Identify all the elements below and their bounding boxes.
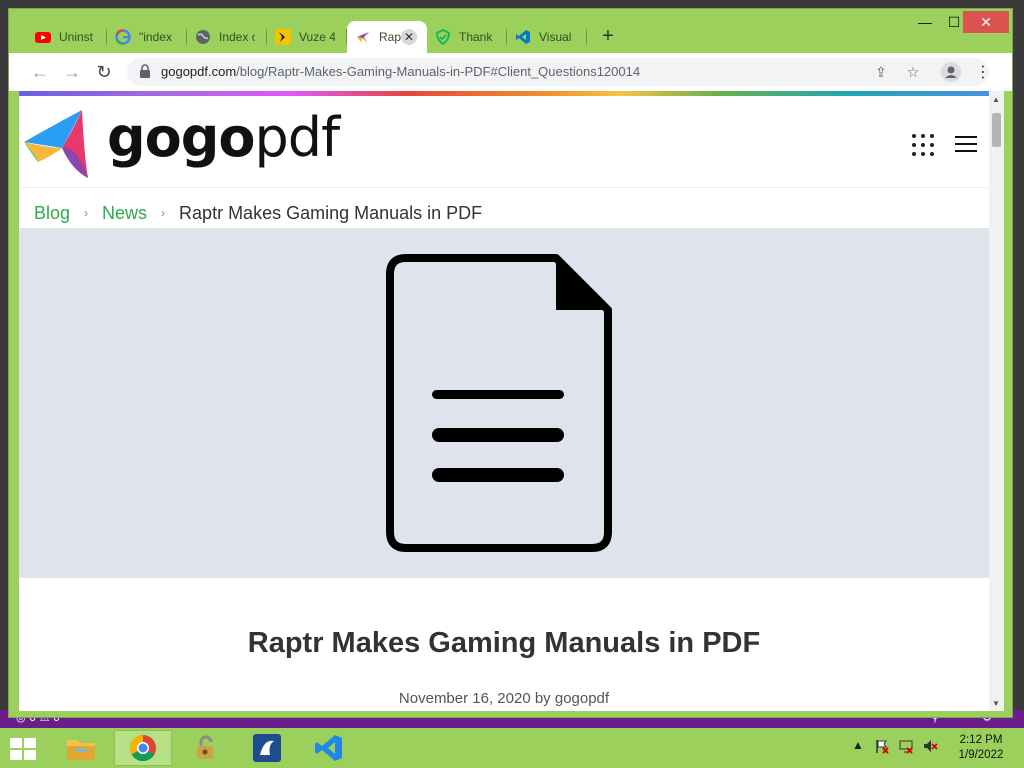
tab-divider [586,29,587,45]
page-scrollbar[interactable]: ▲ ▼ [989,91,1004,711]
vscode-icon [516,30,530,44]
close-window-button[interactable]: ✕ [963,11,1009,33]
breadcrumb-current: Raptr Makes Gaming Manuals in PDF [179,203,483,223]
lock-app-icon [197,735,213,759]
shield-icon [435,29,451,45]
scroll-down-arrow-icon[interactable]: ▼ [992,699,1000,708]
vuze-app-icon [253,734,281,762]
gogopdf-wordmark[interactable]: gogopdf [107,106,341,169]
hamburger-menu-icon[interactable] [955,136,977,152]
apps-grid-icon[interactable] [912,134,934,156]
url-text[interactable]: gogopdf.com/blog/Raptr-Makes-Gaming-Manu… [161,64,640,79]
youtube-icon [35,32,51,43]
document-icon [386,254,612,552]
article-title: Raptr Makes Gaming Manuals in PDF [247,627,761,659]
logo-bold-part: gogo [107,106,256,169]
tab-label: Rap [379,30,401,44]
taskbar-chrome[interactable] [114,730,172,766]
tab-close-icon[interactable]: ✕ [401,29,417,45]
breadcrumb-separator: › [84,206,89,220]
tab-strip: Uninst "index Index o Vuze 4 Rap ✕ Thank… [9,9,1012,53]
gogopdf-logo-icon[interactable] [22,104,96,184]
tab-google-search[interactable]: "index [107,21,187,53]
new-tab-button[interactable]: + [597,26,619,48]
article-hero [19,228,989,578]
browser-toolbar: ← → ↻ gogopdf.com/blog/Raptr-Makes-Gamin… [9,53,1012,91]
scrollbar-thumb[interactable] [992,113,1001,147]
lock-icon[interactable] [139,64,151,78]
taskbar-lock-app[interactable] [176,730,234,766]
breadcrumb-link-blog[interactable]: Blog [34,203,70,223]
tab-label: "index [139,30,172,44]
page-viewport: gogopdf Blog › News › Raptr Makes Gaming Man… [19,91,989,711]
tab-youtube[interactable]: Uninst [27,21,107,53]
back-arrow-icon[interactable]: ← [29,61,51,83]
taskbar-file-explorer[interactable] [52,730,110,766]
tab-label: Vuze 4 [299,30,335,44]
tab-thank[interactable]: Thank [427,21,507,53]
tab-vuze[interactable]: Vuze 4 [267,21,347,53]
url-path: /blog/Raptr-Makes-Gaming-Manuals-in-PDF#… [236,64,641,79]
chrome-window: Uninst "index Index o Vuze 4 Rap ✕ Thank… [8,8,1013,718]
tab-index-of[interactable]: Index o [187,21,267,53]
address-bar[interactable]: gogopdf.com/blog/Raptr-Makes-Gaming-Manu… [127,58,989,86]
tab-label: Thank [459,30,493,44]
tray-flag-icon[interactable] [874,738,890,757]
scroll-up-arrow-icon[interactable]: ▲ [992,95,1000,104]
breadcrumb-link-news[interactable]: News [102,203,147,223]
file-explorer-icon [67,740,95,760]
url-host: gogopdf.com [161,64,237,79]
logo-light-part: pdf [254,106,341,169]
gogopdf-icon [357,32,369,43]
forward-arrow-icon[interactable]: → [61,61,83,83]
tray-overflow-arrow-icon[interactable]: ▲ [852,738,864,752]
google-icon [115,29,131,45]
taskbar-vuze[interactable] [238,730,296,766]
vuze-icon [275,29,291,45]
tab-gogopdf-active[interactable]: Rap ✕ [347,21,427,53]
windows-start-icon[interactable] [8,736,38,762]
tab-label: Index o [219,30,255,44]
windows-taskbar: ▲ 2:12 PM 1/9/2022 [0,728,1024,768]
tab-visual-studio-code[interactable]: Visual [507,21,587,53]
taskbar-vscode[interactable] [300,730,358,766]
profile-avatar-icon[interactable] [941,62,961,82]
clock-time: 2:12 PM [959,734,1003,746]
tray-network-icon[interactable] [898,738,914,757]
browser-menu-icon[interactable]: ⋮ [975,63,991,83]
tray-volume-muted-icon[interactable] [922,738,938,757]
tab-label: Uninst [59,30,94,44]
tab-label: Visual [539,30,572,44]
globe-icon [196,30,210,44]
chrome-icon [129,734,156,762]
system-clock[interactable]: 2:12 PM 1/9/2022 [950,733,1012,763]
reload-icon[interactable]: ↻ [93,61,115,83]
clock-date: 1/9/2022 [958,749,1004,761]
breadcrumb: Blog › News › Raptr Makes Gaming Manuals in … [34,203,482,224]
vscode-app-icon [315,735,342,761]
site-header: gogopdf [19,96,989,188]
share-icon[interactable]: ⇪ [871,62,891,82]
bookmark-star-icon[interactable]: ☆ [903,62,923,82]
article-meta: November 16, 2020 by gogopdf [398,690,610,707]
breadcrumb-separator: › [161,206,166,220]
